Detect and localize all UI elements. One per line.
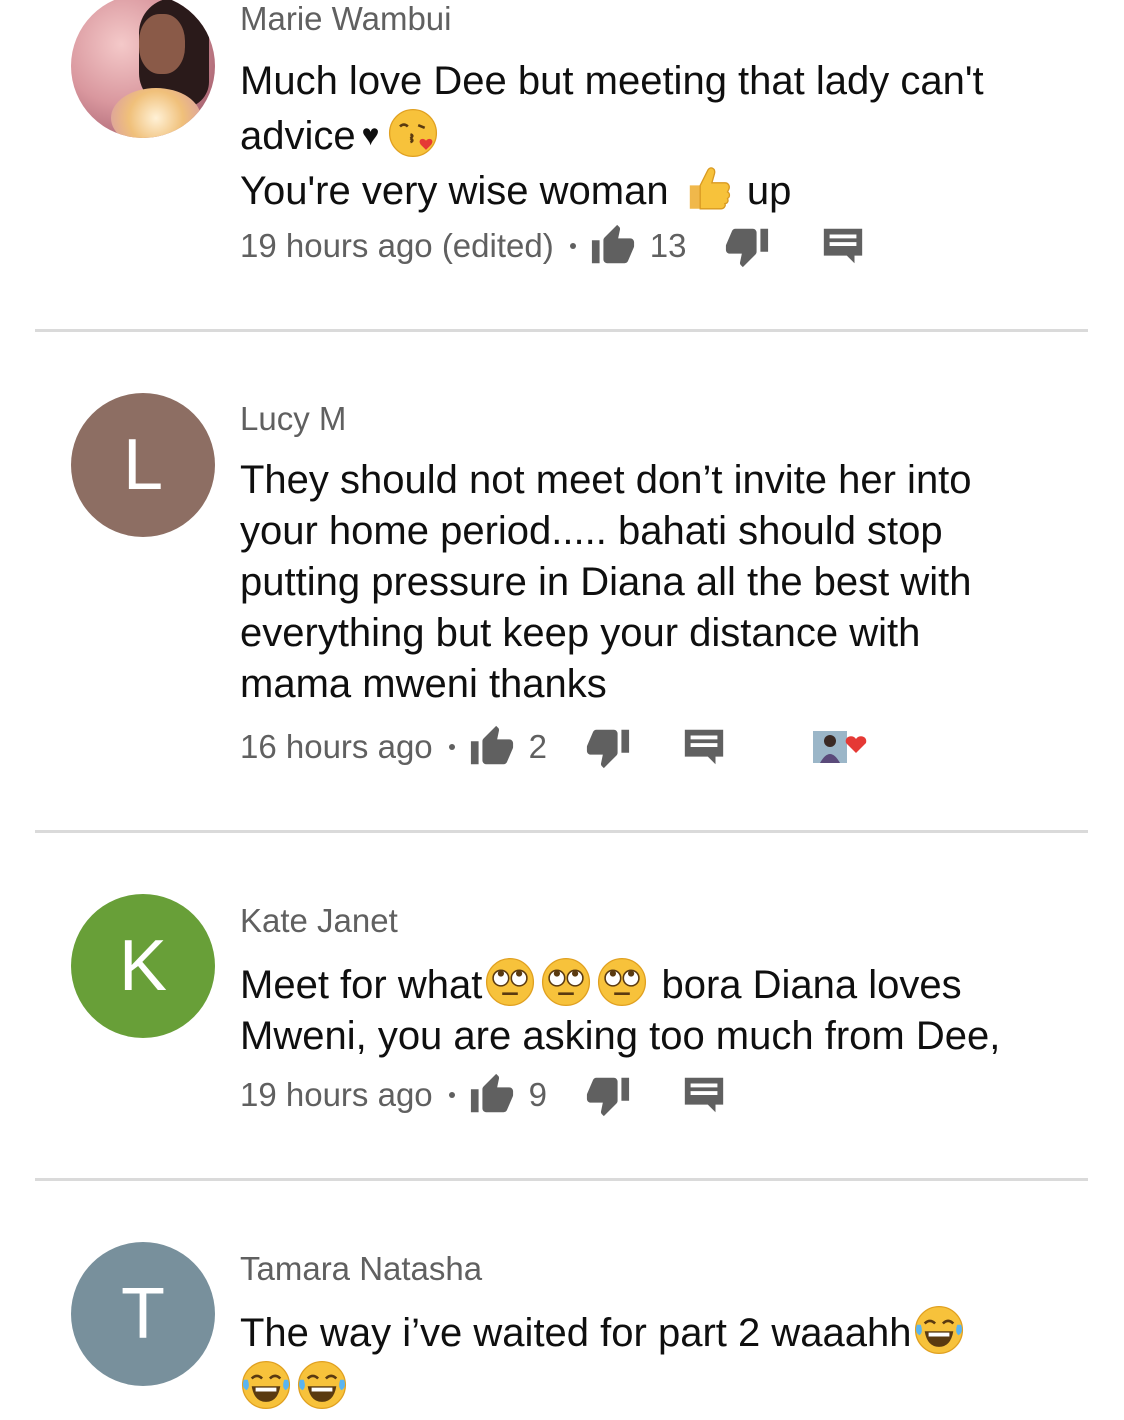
reply-comment-icon[interactable] [681, 724, 727, 770]
creator-heart-icon [813, 731, 867, 763]
divider [35, 1178, 1088, 1181]
comment-author[interactable]: Tamara Natasha [240, 1250, 482, 1288]
comment-text: Much love Dee but meeting that lady can'… [240, 59, 984, 214]
comment-timestamp: 19 hours ago (edited) [240, 227, 554, 264]
thumbs-up-emoji [682, 162, 734, 214]
avatar[interactable]: K [71, 894, 215, 1038]
comment-text: Meet for what bora Diana loves Mweni, yo… [240, 956, 1080, 1062]
heart-icon: ♥ [361, 119, 380, 152]
comment-meta: 16 hours ago 2 [240, 722, 871, 772]
thumbs-up-icon[interactable] [590, 223, 636, 269]
avatar[interactable]: L [71, 393, 215, 537]
comment-author[interactable]: Lucy M [240, 400, 346, 438]
comment-timestamp: 19 hours ago [240, 1076, 433, 1113]
divider [35, 830, 1088, 833]
comment-text: They should not meet don’t invite her in… [240, 458, 972, 706]
thumbs-up-icon[interactable] [469, 1072, 515, 1118]
like-count: 9 [528, 1076, 548, 1113]
comment-meta: 19 hours ago (edited) 13 [240, 221, 866, 271]
reply-comment-icon[interactable] [820, 223, 866, 269]
face-with-tears-of-joy-emoji [240, 1359, 292, 1411]
separator-dot [448, 744, 455, 750]
divider [35, 329, 1088, 332]
reply-comment-icon[interactable] [681, 1072, 727, 1118]
face-with-rolling-eyes-emoji [596, 956, 648, 1008]
thumbs-down-icon[interactable] [585, 1072, 631, 1118]
avatar[interactable]: T [71, 1242, 215, 1386]
thumbs-down-icon[interactable] [724, 223, 770, 269]
like-count: 2 [528, 728, 548, 765]
comment-author[interactable]: Kate Janet [240, 902, 398, 940]
face-with-rolling-eyes-emoji [484, 956, 536, 1008]
comment-text: The way i’ve waited for part 2 waaahh [240, 1304, 1080, 1414]
face-blowing-kiss-emoji [387, 107, 439, 159]
comment-timestamp: 16 hours ago [240, 728, 433, 765]
comment-author[interactable]: Marie Wambui [240, 0, 452, 38]
separator-dot [569, 243, 576, 249]
comment-meta: 19 hours ago 9 [240, 1070, 727, 1120]
face-with-rolling-eyes-emoji [540, 956, 592, 1008]
thumbs-down-icon[interactable] [585, 724, 631, 770]
avatar[interactable] [71, 0, 215, 138]
face-with-tears-of-joy-emoji [296, 1359, 348, 1411]
face-with-tears-of-joy-emoji [913, 1304, 965, 1356]
thumbs-up-icon[interactable] [469, 724, 515, 770]
like-count: 13 [649, 227, 687, 264]
separator-dot [448, 1092, 455, 1098]
